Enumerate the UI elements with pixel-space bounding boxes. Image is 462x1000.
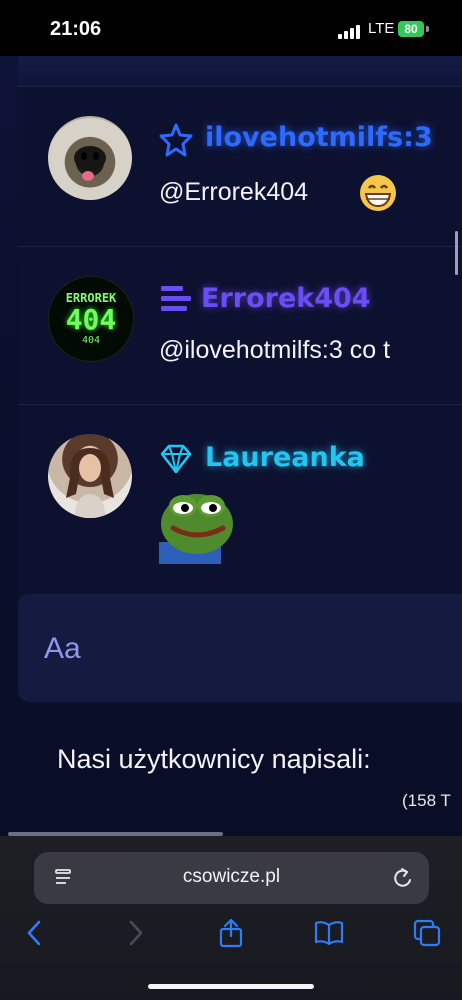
avatar-text: 404 [81, 335, 101, 346]
web-page: ilovehotmilfs:3 @Errorek404 ERROREK 404 … [0, 56, 462, 836]
chat-input[interactable]: Aa [18, 594, 462, 702]
status-bar: 21:06 LTE 80 [0, 0, 462, 56]
home-indicator [148, 984, 314, 989]
message-username[interactable]: ilovehotmilfs:3 [205, 122, 433, 153]
message-text: @ilovehotmilfs:3 co t [159, 336, 391, 364]
dog-avatar-icon [74, 146, 106, 181]
star-icon [159, 123, 193, 157]
message-text: @Errorek404 [159, 178, 309, 206]
users-wrote-text: Nasi użytkownicy napisali: [57, 744, 371, 774]
avatar[interactable] [48, 434, 132, 518]
reload-icon[interactable] [392, 866, 414, 890]
forward-icon[interactable] [120, 918, 150, 948]
chat-message: Laureanka [18, 404, 462, 594]
network-type: LTE [368, 20, 395, 37]
tabs-icon[interactable] [412, 918, 442, 948]
browser-toolbar: csowicze.pl [0, 836, 462, 1000]
avatar-text: 404 [65, 303, 117, 336]
battery-tip [426, 26, 429, 32]
pepe-frog-sticker [159, 494, 233, 564]
signal-icon [338, 25, 360, 39]
message-username[interactable]: Errorek404 [201, 283, 371, 314]
person-avatar-icon [66, 448, 114, 518]
lines-icon [161, 286, 191, 311]
bookmarks-icon[interactable] [314, 918, 344, 948]
avatar[interactable]: ERROREK 404 404 [48, 276, 134, 362]
vertical-scrollbar[interactable] [455, 231, 458, 275]
status-time: 21:06 [50, 18, 102, 40]
back-icon[interactable] [20, 918, 50, 948]
avatar[interactable] [48, 116, 132, 200]
message-count: (158 T [402, 791, 451, 810]
grinning-face-emoji [360, 175, 396, 211]
address-bar[interactable]: csowicze.pl [34, 852, 429, 904]
chat-message: ilovehotmilfs:3 @Errorek404 [18, 86, 462, 247]
diamond-icon [160, 444, 192, 474]
chat-input-placeholder: Aa [44, 632, 81, 665]
url-text[interactable]: csowicze.pl [34, 866, 429, 888]
chat-top-strip [18, 56, 462, 87]
share-icon[interactable] [216, 918, 246, 948]
battery-icon: 80 [398, 21, 424, 37]
message-username[interactable]: Laureanka [205, 442, 365, 473]
chat-message: ERROREK 404 404 Errorek404 @ilovehotmilf… [18, 246, 462, 405]
